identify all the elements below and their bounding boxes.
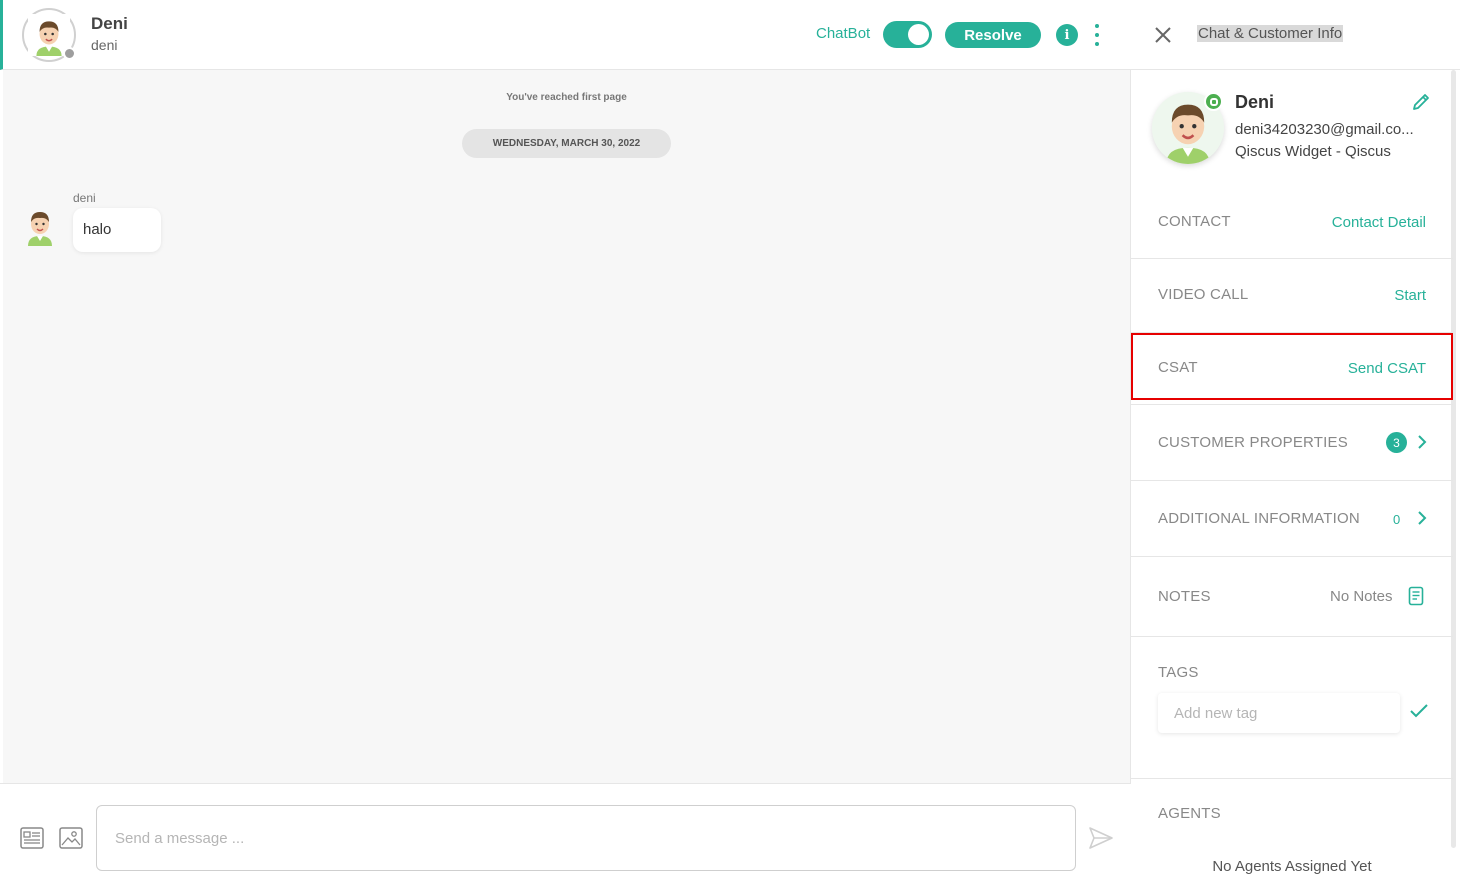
chevron-right-icon[interactable] — [1417, 510, 1427, 531]
customer-properties-label: CUSTOMER PROPERTIES — [1158, 434, 1348, 451]
customer-info-panel: Chat & Customer Info Deni deni34203230@g… — [1131, 0, 1460, 888]
edit-pencil-icon[interactable] — [1411, 92, 1431, 117]
video-call-label: VIDEO CALL — [1158, 286, 1249, 303]
notes-value: No Notes — [1330, 588, 1393, 605]
kebab-dot — [1095, 42, 1099, 46]
status-dot — [63, 47, 76, 60]
profile-name: Deni — [1235, 92, 1275, 112]
video-call-row: VIDEO CALL Start — [1131, 259, 1453, 333]
chatbot-label: ChatBot — [816, 25, 871, 42]
additional-information-row[interactable]: ADDITIONAL INFORMATION 0 — [1131, 481, 1453, 557]
message-input[interactable] — [96, 805, 1076, 871]
chatbot-toggle[interactable] — [883, 21, 932, 48]
profile-email: deni34203230@gmail.co... — [1235, 121, 1414, 138]
profile-source: Qiscus Widget - Qiscus — [1235, 143, 1391, 160]
info-icon[interactable]: i — [1056, 24, 1078, 46]
send-icon[interactable] — [1088, 826, 1114, 855]
avatar-boy-icon — [28, 212, 52, 246]
contact-avatar[interactable] — [22, 8, 76, 62]
contact-label: CONTACT — [1158, 213, 1231, 230]
tag-input[interactable] — [1158, 693, 1400, 733]
contact-name: Deni — [91, 14, 128, 33]
send-csat-link[interactable]: Send CSAT — [1348, 360, 1426, 377]
date-separator: WEDNESDAY, MARCH 30, 2022 — [462, 129, 671, 158]
csat-label: CSAT — [1158, 359, 1198, 376]
check-icon[interactable] — [1409, 703, 1429, 724]
chat-area: Deni deni ChatBot Resolve i You've reach… — [0, 0, 1131, 888]
notes-label: NOTES — [1158, 588, 1211, 605]
toggle-knob — [908, 24, 929, 45]
composer — [0, 783, 1131, 888]
video-call-start-link[interactable]: Start — [1394, 287, 1426, 304]
kebab-menu-icon[interactable] — [1093, 23, 1101, 47]
kebab-dot — [1095, 33, 1099, 37]
contact-detail-link[interactable]: Contact Detail — [1332, 214, 1426, 231]
additional-information-label: ADDITIONAL INFORMATION — [1158, 510, 1360, 527]
contact-row: CONTACT Contact Detail — [1131, 185, 1453, 259]
channel-badge-icon — [1204, 92, 1223, 111]
template-icon[interactable] — [20, 827, 44, 854]
contact-username: deni — [91, 37, 118, 53]
additional-information-count: 0 — [1393, 512, 1401, 527]
notes-icon[interactable] — [1408, 586, 1424, 611]
agents-label: AGENTS — [1158, 805, 1221, 822]
first-page-notice: You've reached first page — [506, 92, 627, 103]
customer-properties-row[interactable]: CUSTOMER PROPERTIES 3 — [1131, 405, 1453, 481]
close-icon[interactable] — [1153, 25, 1173, 50]
message-list[interactable]: You've reached first page WEDNESDAY, MAR… — [3, 70, 1130, 783]
panel-header: Chat & Customer Info — [1131, 0, 1460, 70]
tags-label: TAGS — [1158, 664, 1199, 681]
message-avatar — [23, 206, 57, 251]
chat-header: Deni deni ChatBot Resolve i — [0, 0, 1131, 70]
resolve-button[interactable]: Resolve — [945, 22, 1041, 48]
panel-title: Chat & Customer Info — [1197, 25, 1344, 42]
image-icon[interactable] — [59, 827, 83, 854]
csat-row: CSAT Send CSAT — [1131, 333, 1453, 405]
message-sender: deni — [73, 191, 96, 205]
message-bubble[interactable]: halo — [73, 208, 161, 252]
notes-row[interactable]: NOTES No Notes — [1131, 557, 1453, 637]
customer-properties-count: 3 — [1386, 432, 1407, 453]
kebab-dot — [1095, 24, 1099, 28]
chevron-right-icon[interactable] — [1417, 434, 1427, 455]
no-agents-text: No Agents Assigned Yet — [1212, 858, 1372, 875]
